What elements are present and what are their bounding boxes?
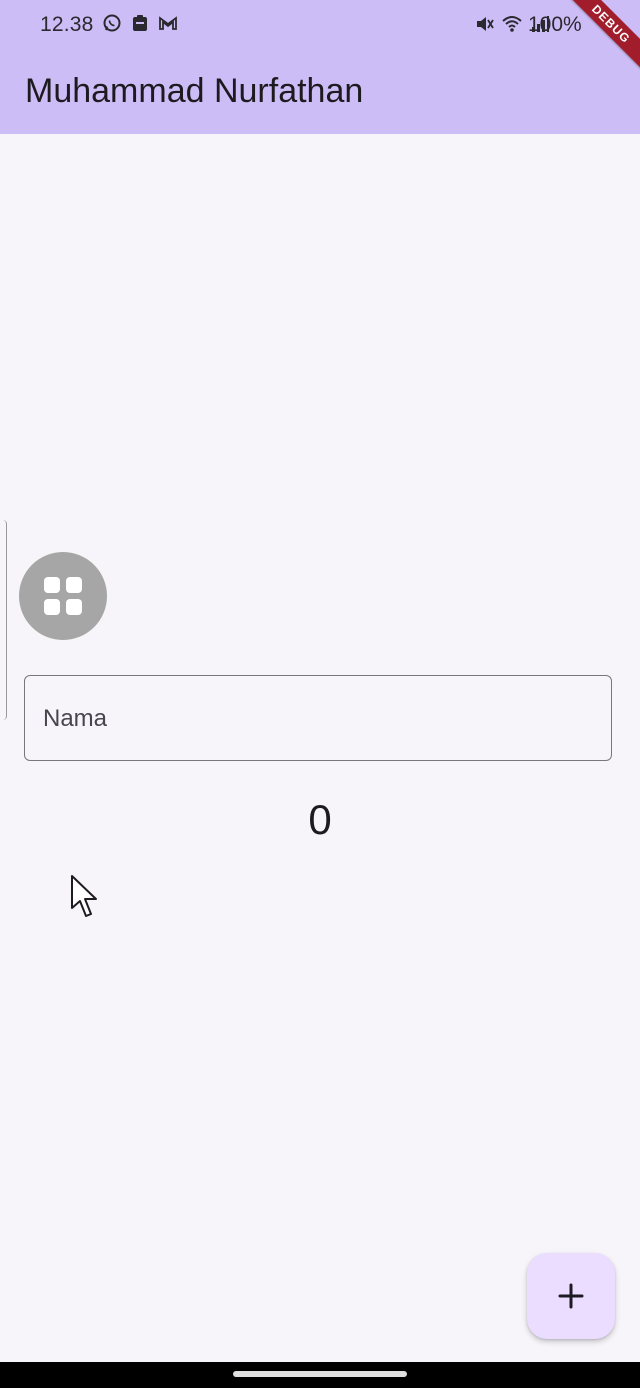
mute-icon xyxy=(474,14,494,34)
status-time: 12.38 xyxy=(40,13,94,36)
wifi-icon xyxy=(502,14,522,34)
plus-icon xyxy=(558,1283,584,1309)
battery-level: 100% xyxy=(528,13,582,36)
counter-value: 0 xyxy=(308,796,332,843)
grid-view-icon xyxy=(44,577,82,615)
add-fab-button[interactable] xyxy=(527,1253,615,1339)
home-gesture-handle[interactable] xyxy=(233,1371,407,1377)
name-field[interactable] xyxy=(24,675,612,762)
edge-panel-handle[interactable] xyxy=(0,520,7,720)
app-bar: Muhammad Nurfathan xyxy=(0,52,640,134)
status-notification-icons xyxy=(102,13,178,33)
whatsapp-icon xyxy=(102,13,122,33)
mouse-cursor-icon xyxy=(71,875,97,917)
name-input[interactable] xyxy=(43,676,593,762)
gmail-icon xyxy=(158,13,178,33)
status-bar: 12.38 100% xyxy=(0,0,640,52)
gesture-nav-bar xyxy=(0,1362,640,1388)
top-region: 12.38 100% Muhammad Nurfathan xyxy=(0,0,640,134)
app-title: Muhammad Nurfathan xyxy=(25,72,364,110)
grid-avatar[interactable] xyxy=(19,552,107,640)
clipboard-icon xyxy=(130,13,150,33)
